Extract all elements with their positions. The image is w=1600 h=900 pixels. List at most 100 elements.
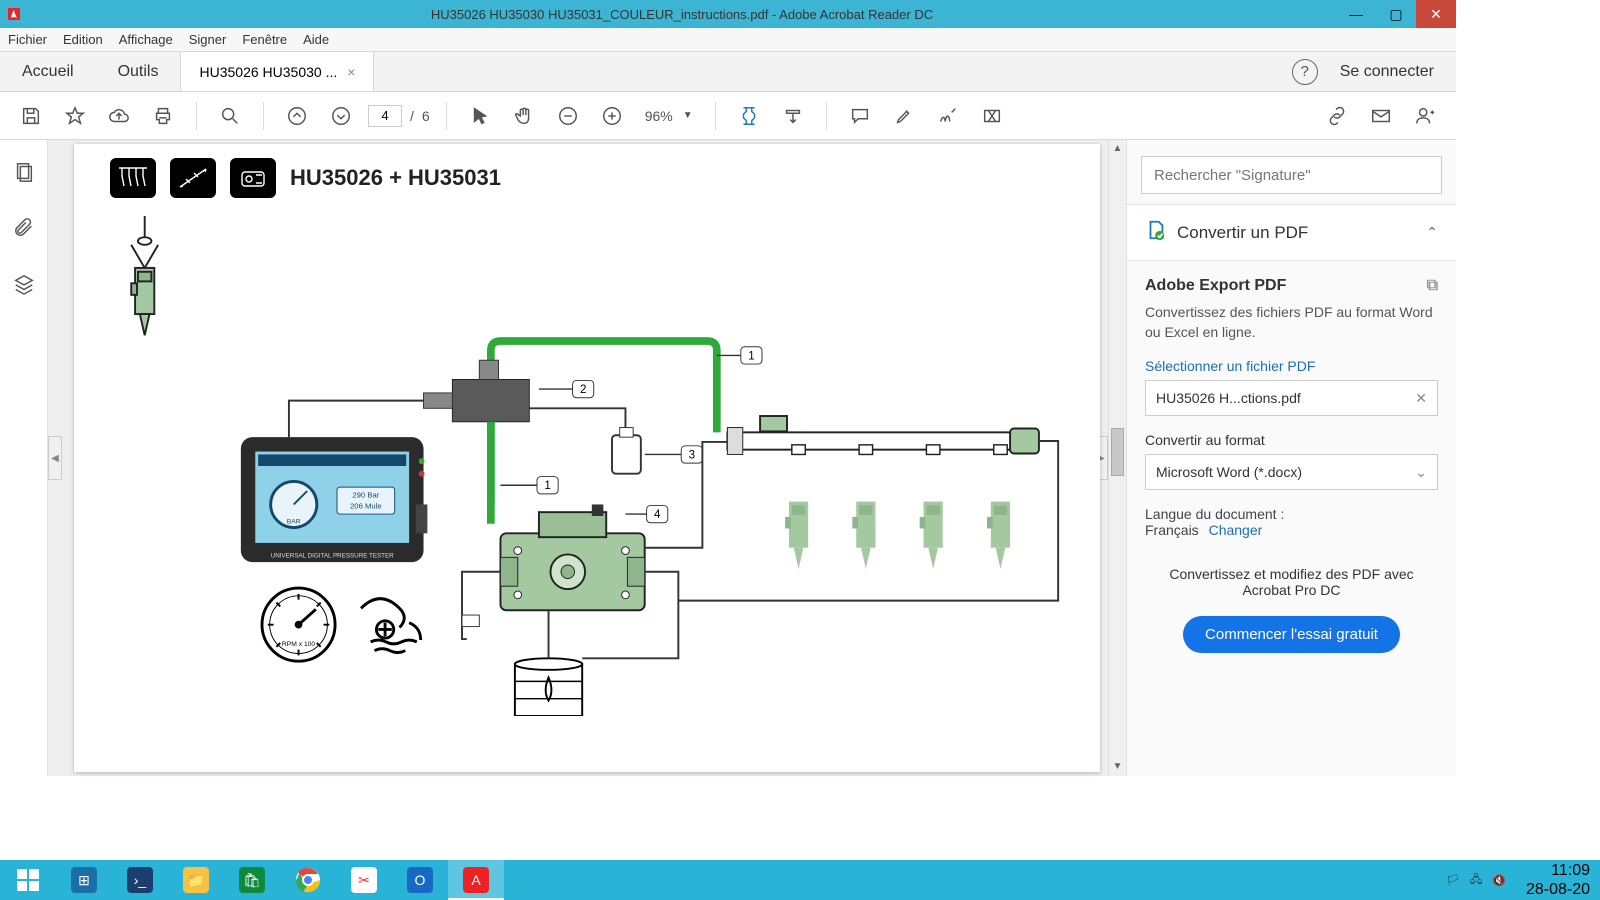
acrobat-taskbar-icon[interactable]: A: [448, 860, 504, 900]
system-tray[interactable]: 🏳 🖧 🔇: [1436, 871, 1516, 890]
select-file-label: Sélectionner un fichier PDF: [1145, 358, 1438, 374]
callout-1a: 1: [748, 350, 754, 362]
tab-document[interactable]: HU35026 HU35030 ... ×: [180, 52, 374, 91]
page-total: 6: [422, 108, 430, 124]
lang-value: Français: [1145, 522, 1199, 538]
page-current-input[interactable]: [368, 105, 402, 127]
start-trial-button[interactable]: Commencer l'essai gratuit: [1183, 616, 1400, 653]
signin-link[interactable]: Se connecter: [1340, 63, 1434, 81]
tray-network-icon[interactable]: 🖧: [1470, 871, 1482, 890]
clock-date: 28-08-20: [1526, 880, 1590, 899]
chrome-icon[interactable]: [280, 860, 336, 900]
highlight-icon[interactable]: [887, 99, 921, 133]
zoom-out-icon[interactable]: [551, 99, 585, 133]
left-panel-handle[interactable]: ◀: [48, 436, 62, 480]
lang-label: Langue du document :: [1145, 506, 1284, 522]
help-icon[interactable]: ?: [1292, 59, 1318, 85]
menu-affichage[interactable]: Affichage: [119, 32, 173, 47]
add-person-icon[interactable]: [1408, 99, 1442, 133]
powershell-icon[interactable]: ›_: [112, 860, 168, 900]
diagram-title: HU35026 + HU35031: [290, 165, 501, 191]
zoom-in-icon[interactable]: [595, 99, 629, 133]
snip-icon[interactable]: ✂: [336, 860, 392, 900]
fit-page-icon[interactable]: [732, 99, 766, 133]
chevron-up-icon: ⌃: [1426, 224, 1438, 241]
outlook-icon[interactable]: O: [392, 860, 448, 900]
tab-close-icon[interactable]: ×: [347, 64, 355, 80]
hand-tool-icon[interactable]: [507, 99, 541, 133]
vertical-scrollbar[interactable]: ▲ ▼: [1108, 140, 1126, 776]
start-button[interactable]: [0, 860, 56, 900]
scroll-down-icon[interactable]: ▼: [1109, 758, 1126, 776]
tab-document-label: HU35026 HU35030 ...: [199, 64, 337, 80]
icon-injectors: [110, 158, 156, 198]
sign-icon[interactable]: [931, 99, 965, 133]
link-share-icon[interactable]: [1320, 99, 1354, 133]
selected-file-field[interactable]: HU35026 H...ctions.pdf ✕: [1145, 380, 1438, 416]
search-tools-field: [1141, 156, 1442, 194]
format-label: Convertir au format: [1145, 432, 1438, 448]
page-indicator: / 6: [368, 105, 430, 127]
stamp-icon[interactable]: [975, 99, 1009, 133]
tray-flag-icon[interactable]: 🏳: [1446, 874, 1460, 887]
icon-rail: [170, 158, 216, 198]
save-icon[interactable]: [14, 99, 48, 133]
clear-file-icon[interactable]: ✕: [1415, 390, 1427, 407]
comment-icon[interactable]: [843, 99, 877, 133]
layers-icon[interactable]: [10, 270, 38, 298]
read-mode-icon[interactable]: [776, 99, 810, 133]
menu-aide[interactable]: Aide: [303, 32, 329, 47]
explorer-icon[interactable]: 📁: [168, 860, 224, 900]
scroll-thumb[interactable]: [1111, 428, 1124, 476]
left-nav-rail: [0, 140, 48, 776]
star-icon[interactable]: [58, 99, 92, 133]
page-up-icon[interactable]: [280, 99, 314, 133]
convert-pdf-label: Convertir un PDF: [1177, 223, 1416, 243]
cloud-upload-icon[interactable]: [102, 99, 136, 133]
menu-fenetre[interactable]: Fenêtre: [242, 32, 287, 47]
tester-label: UNIVERSAL DIGITAL PRESSURE TESTER: [271, 552, 394, 559]
format-value: Microsoft Word (*.docx): [1156, 464, 1302, 480]
page-down-icon[interactable]: [324, 99, 358, 133]
minimize-button[interactable]: —: [1336, 0, 1376, 28]
copy-icon[interactable]: ⧉: [1427, 277, 1438, 295]
tray-sound-icon[interactable]: 🔇: [1492, 874, 1506, 887]
store-icon[interactable]: 🛍: [224, 860, 280, 900]
icon-pump: [230, 158, 276, 198]
mail-icon[interactable]: [1364, 99, 1398, 133]
gauge-bar: 290 Bar: [352, 491, 379, 500]
convert-pdf-header[interactable]: Convertir un PDF ⌃: [1127, 204, 1456, 261]
page-separator: /: [410, 108, 414, 124]
search-tools-input[interactable]: [1141, 156, 1442, 194]
maximize-button[interactable]: ▢: [1376, 0, 1416, 28]
attachments-icon[interactable]: [10, 214, 38, 242]
gauge-mule: 206 Mule: [350, 501, 382, 510]
taskbar-clock[interactable]: 11:09 28-08-20: [1516, 861, 1600, 899]
menu-bar: Fichier Edition Affichage Signer Fenêtre…: [0, 28, 1456, 52]
convert-pdf-icon: [1145, 219, 1167, 246]
zoom-level[interactable]: 96%▼: [639, 108, 699, 124]
menu-edition[interactable]: Edition: [63, 32, 103, 47]
taskview-icon[interactable]: ⊞: [56, 860, 112, 900]
callout-1b: 1: [544, 480, 550, 492]
menu-signer[interactable]: Signer: [189, 32, 227, 47]
right-tools-panel: Convertir un PDF ⌃ Adobe Export PDF ⧉ Co…: [1126, 140, 1456, 776]
lang-change-link[interactable]: Changer: [1209, 522, 1263, 538]
thumbnails-icon[interactable]: [10, 158, 38, 186]
format-select[interactable]: Microsoft Word (*.docx) ⌄: [1145, 454, 1438, 490]
menu-fichier[interactable]: Fichier: [8, 32, 47, 47]
close-button[interactable]: ✕: [1416, 0, 1456, 28]
search-icon[interactable]: [213, 99, 247, 133]
document-viewport[interactable]: ◀ ▶ ▲ ▼ HU35026 + HU35031 1: [48, 140, 1126, 776]
windows-taskbar: ⊞ ›_ 📁 🛍 ✂ O A 🏳 🖧 🔇 11:09 28-08-20: [0, 860, 1600, 900]
select-tool-icon[interactable]: [463, 99, 497, 133]
tab-accueil[interactable]: Accueil: [0, 52, 96, 91]
scroll-up-icon[interactable]: ▲: [1109, 140, 1126, 158]
callout-3: 3: [689, 449, 695, 461]
pdf-page: HU35026 + HU35031 1 2 1: [74, 144, 1100, 772]
tab-outils[interactable]: Outils: [96, 52, 181, 91]
print-icon[interactable]: [146, 99, 180, 133]
callout-4: 4: [654, 509, 661, 521]
toolbar: / 6 96%▼: [0, 92, 1456, 140]
tab-bar: Accueil Outils HU35026 HU35030 ... × ? S…: [0, 52, 1456, 92]
